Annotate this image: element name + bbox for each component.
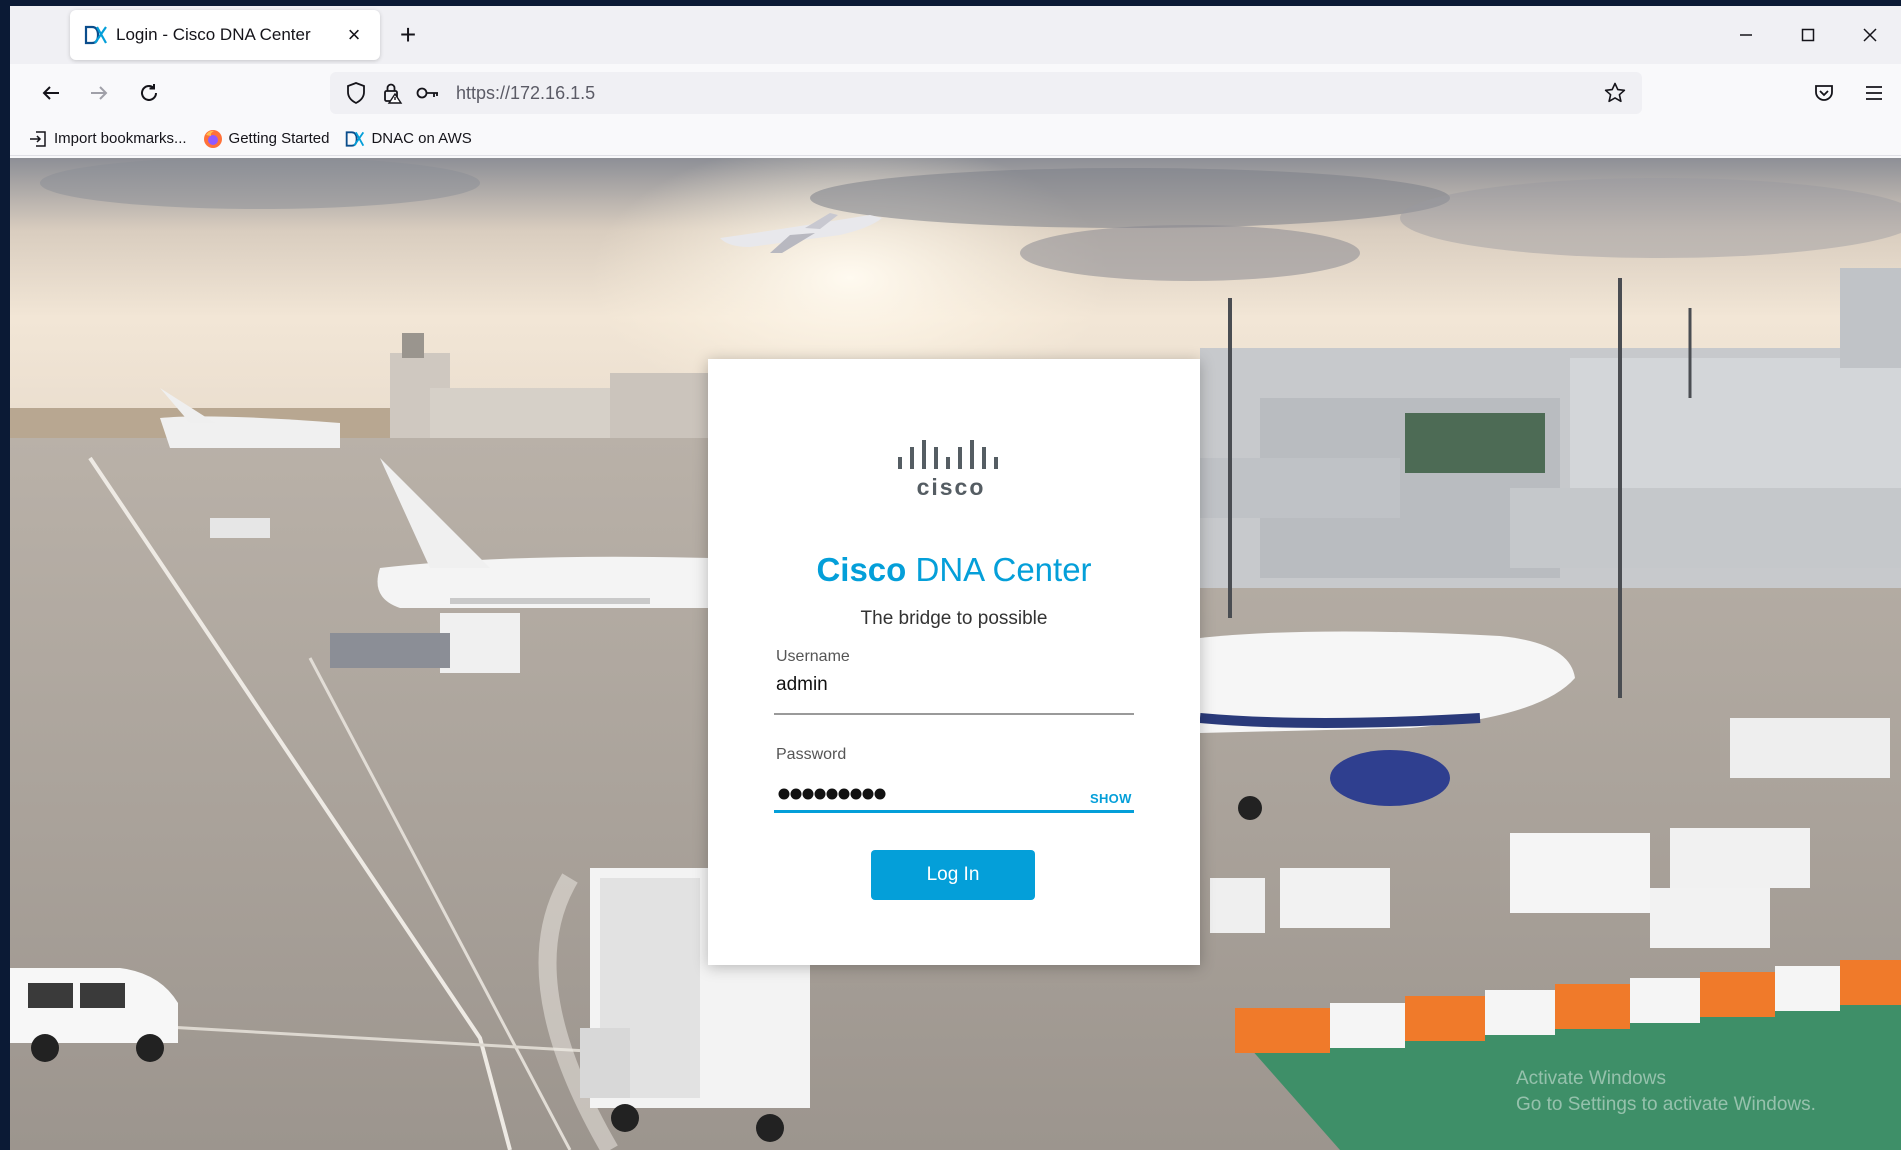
password-dot (838, 788, 850, 800)
watermark-line1: Activate Windows (1516, 1068, 1666, 1089)
browser-tab[interactable]: Login - Cisco DNA Center × (70, 10, 380, 60)
bookmarks-bar: Import bookmarks... Getting Started DNAC… (10, 122, 1901, 156)
minimize-icon (1740, 34, 1752, 36)
password-underline (774, 810, 1134, 813)
menu-button[interactable] (1855, 74, 1893, 112)
cisco-dna-icon (345, 130, 365, 148)
pocket-icon (1815, 85, 1833, 101)
firefox-icon (203, 129, 223, 148)
password-dot (874, 788, 886, 800)
cisco-logo: cisco (898, 440, 998, 500)
url-bar[interactable]: https://172.16.1.5 (330, 72, 1642, 114)
shield-icon[interactable] (342, 79, 370, 107)
navigation-bar: https://172.16.1.5 (10, 64, 1901, 122)
product-title: Cisco DNA Center (708, 551, 1200, 589)
tagline: The bridge to possible (860, 608, 1048, 629)
bookmark-dnac-aws[interactable]: DNAC on AWS (345, 130, 472, 148)
username-underline (774, 713, 1134, 715)
window-controls (1715, 6, 1901, 64)
username-label: Username (776, 648, 850, 665)
login-button[interactable]: Log In (871, 850, 1035, 900)
close-icon[interactable]: × (342, 24, 366, 46)
password-dot (850, 788, 862, 800)
tab-bar: Login - Cisco DNA Center × + (10, 6, 1901, 64)
arrow-right-icon (91, 86, 108, 100)
password-label: Password (776, 746, 847, 763)
bookmark-label: DNAC on AWS (371, 130, 472, 147)
password-input[interactable] (778, 785, 898, 803)
password-dot (802, 788, 814, 800)
password-dot (814, 788, 826, 800)
hamburger-menu-icon (1866, 86, 1882, 100)
toolbar-right (1793, 74, 1893, 112)
watermark-line2: Go to Settings to activate Windows. (1516, 1094, 1816, 1115)
bookmark-label: Getting Started (228, 130, 330, 147)
forward-button[interactable] (80, 74, 118, 112)
bookmark-import[interactable]: Import bookmarks... (28, 130, 187, 148)
screen-frame: Login - Cisco DNA Center × + https://172… (0, 0, 1901, 1150)
browser-window: Login - Cisco DNA Center × + https://172… (10, 6, 1901, 1150)
reload-button[interactable] (130, 74, 168, 112)
import-icon (28, 130, 48, 148)
bookmark-star-icon[interactable] (1600, 78, 1630, 108)
password-dot (826, 788, 838, 800)
product-title-brand: Cisco (816, 551, 907, 588)
arrow-left-icon (42, 86, 59, 100)
username-input[interactable]: admin (776, 674, 828, 696)
close-window-button[interactable] (1839, 6, 1901, 64)
close-icon (1863, 28, 1877, 42)
cisco-logo-text: cisco (917, 474, 986, 500)
insecure-lock-icon[interactable] (378, 79, 406, 107)
bookmark-getting-started[interactable]: Getting Started (203, 129, 330, 148)
bookmark-label: Import bookmarks... (54, 130, 187, 147)
product-title-name: DNA Center (906, 551, 1092, 588)
tab-title: Login - Cisco DNA Center (116, 25, 311, 44)
cisco-dna-icon (84, 25, 107, 45)
login-card: cisco Cisco DNA Center The bridge to pos… (708, 359, 1200, 965)
password-dot (862, 788, 874, 800)
key-icon[interactable] (414, 79, 442, 107)
url-text[interactable]: https://172.16.1.5 (456, 83, 1600, 104)
reload-icon (141, 84, 157, 101)
show-password-button[interactable]: SHOW (1090, 791, 1132, 806)
back-button[interactable] (32, 74, 70, 112)
password-dot (790, 788, 802, 800)
page-content: cisco Cisco DNA Center The bridge to pos… (10, 158, 1901, 1150)
pocket-button[interactable] (1805, 74, 1843, 112)
password-dot (778, 788, 790, 800)
minimize-button[interactable] (1715, 6, 1777, 64)
maximize-icon (1801, 28, 1815, 42)
new-tab-button[interactable]: + (390, 18, 426, 54)
windows-activation-watermark: Activate Windows Go to Settings to activ… (1516, 1066, 1816, 1118)
maximize-button[interactable] (1777, 6, 1839, 64)
